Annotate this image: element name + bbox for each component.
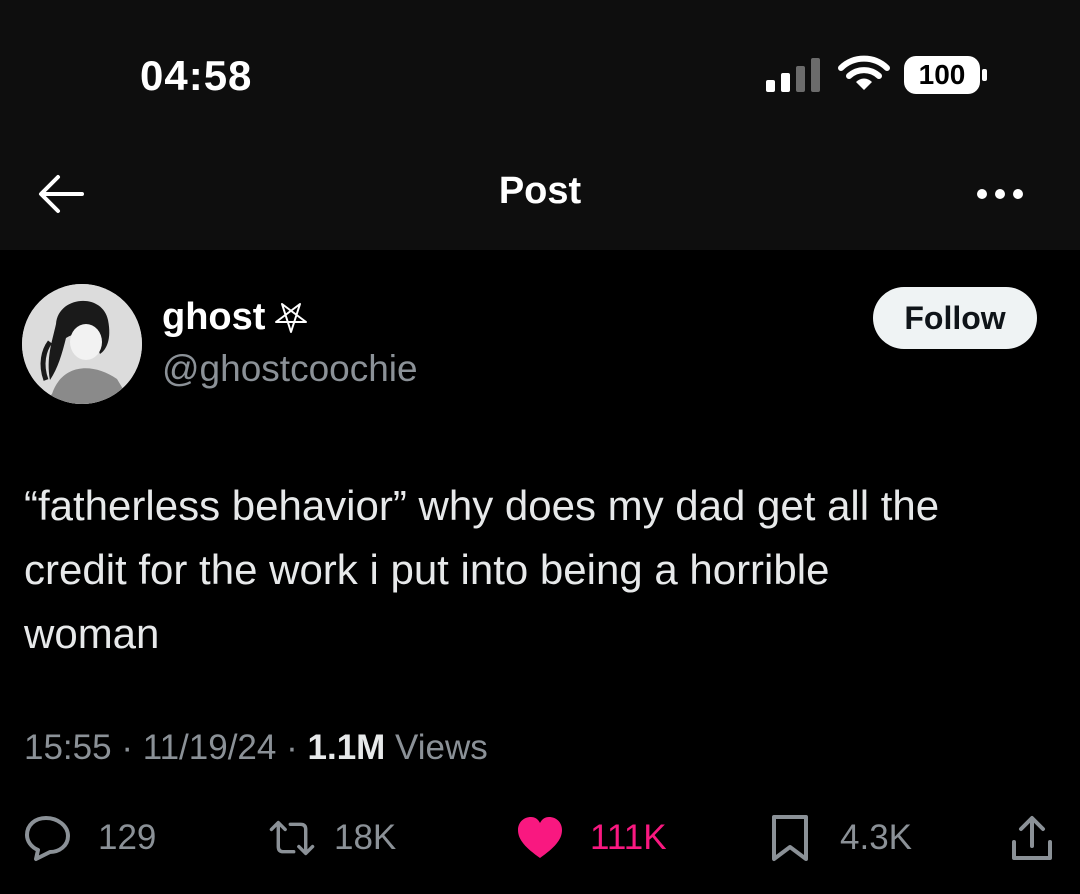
author-name[interactable]: ghost: [162, 296, 265, 339]
pentagram-icon: [275, 303, 307, 333]
cellular-signal-icon: [766, 58, 820, 92]
share-button[interactable]: [1008, 808, 1056, 868]
post-text: “fatherless behavior” why does my dad ge…: [24, 482, 940, 657]
like-button[interactable]: 111K: [516, 808, 667, 868]
status-time: 04:58: [140, 52, 253, 99]
heart-icon: [518, 817, 562, 858]
bookmark-icon: [772, 815, 808, 861]
bookmark-button[interactable]: 4.3K: [766, 808, 912, 868]
battery-level: 100: [918, 59, 966, 90]
like-count: 111K: [590, 818, 667, 857]
meta-separator: ·: [121, 728, 143, 767]
reply-icon: [25, 816, 70, 861]
top-bar: 04:58 100 Post: [0, 0, 1080, 250]
avatar[interactable]: [22, 284, 142, 404]
page-title: Post: [498, 170, 582, 212]
views-label: Views: [395, 728, 488, 767]
wifi-icon: [838, 55, 890, 90]
repost-icon: [269, 820, 315, 856]
reply-count: 129: [98, 818, 157, 857]
share-icon: [1012, 816, 1052, 860]
repost-count: 18K: [334, 818, 397, 857]
views-count[interactable]: 1.1M: [308, 728, 386, 767]
post-meta: 15:55 · 11/19/24 · 1.1M Views: [24, 728, 488, 768]
more-options-icon[interactable]: [976, 186, 1024, 202]
author-handle[interactable]: @ghostcoochie: [162, 348, 418, 390]
post-time: 15:55: [24, 728, 112, 767]
battery-icon: 100: [904, 56, 988, 94]
reply-button[interactable]: 129: [24, 808, 156, 868]
repost-button[interactable]: 18K: [268, 808, 396, 868]
meta-separator: ·: [286, 728, 308, 767]
follow-button[interactable]: Follow: [873, 287, 1037, 349]
bookmark-count: 4.3K: [840, 818, 912, 857]
post-date: 11/19/24: [142, 728, 277, 767]
action-bar: 129 18K 111K 4.3K: [0, 808, 1080, 868]
